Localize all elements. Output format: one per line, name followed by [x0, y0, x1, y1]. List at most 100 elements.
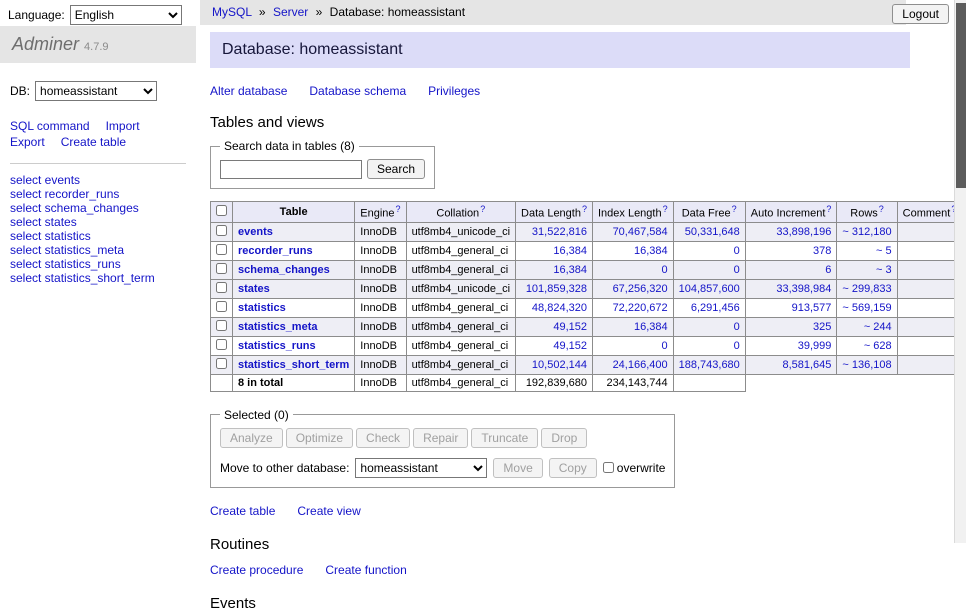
row-checkbox[interactable]: [216, 282, 227, 293]
sidebar-action-link[interactable]: Import: [106, 119, 140, 133]
sidebar-action-link[interactable]: Create table: [61, 135, 126, 149]
engine-cell: InnoDB: [355, 298, 406, 317]
sidebar-table-link[interactable]: select statistics: [10, 230, 186, 243]
sidebar-table-link[interactable]: select statistics_short_term: [10, 272, 186, 285]
search-button[interactable]: Search: [367, 159, 425, 179]
db-select[interactable]: homeassistant: [35, 81, 157, 101]
rows-count-link[interactable]: ~ 628: [864, 340, 892, 352]
sidebar-action-links: SQL command Import Export Create table: [10, 119, 186, 164]
rows-count-link[interactable]: ~ 136,108: [842, 359, 891, 371]
breadcrumb-link-mysql[interactable]: MySQL: [212, 5, 252, 19]
repair-button[interactable]: Repair: [413, 428, 468, 448]
column-header-label: Index Length: [598, 208, 662, 220]
sidebar-action-link[interactable]: Export: [10, 135, 45, 149]
table-name-cell: statistics_runs: [233, 336, 355, 355]
column-header: Data Free?: [673, 202, 745, 223]
overwrite-checkbox[interactable]: [603, 462, 614, 473]
row-checkbox[interactable]: [216, 320, 227, 331]
analyze-button[interactable]: Analyze: [220, 428, 283, 448]
column-header: Collation?: [406, 202, 515, 223]
sidebar-table-link[interactable]: select states: [10, 216, 186, 229]
sidebar-table-link[interactable]: select schema_changes: [10, 202, 186, 215]
page-title: Database: homeassistant: [210, 32, 910, 68]
sidebar-table-link[interactable]: select statistics_runs: [10, 258, 186, 271]
breadcrumb-link-server[interactable]: Server: [273, 5, 308, 19]
data-free-cell: 0: [673, 317, 745, 336]
row-checkbox[interactable]: [216, 301, 227, 312]
row-checkbox[interactable]: [216, 263, 227, 274]
rows-count-link[interactable]: ~ 312,180: [842, 226, 891, 238]
column-help-link[interactable]: ?: [879, 204, 884, 214]
check-button[interactable]: Check: [356, 428, 410, 448]
column-header-label: Rows: [850, 208, 878, 220]
comment-cell: [897, 317, 962, 336]
table-name-link[interactable]: statistics_runs: [238, 340, 316, 352]
comment-cell: [897, 222, 962, 241]
data-free-cell: 0: [673, 260, 745, 279]
table-name-link[interactable]: states: [238, 283, 270, 295]
drop-button[interactable]: Drop: [541, 428, 587, 448]
vertical-scrollbar[interactable]: [954, 0, 966, 543]
db-nav-links-item[interactable]: Database schema: [309, 84, 406, 98]
language-select[interactable]: English: [70, 5, 182, 25]
sidebar-table-link[interactable]: select statistics_meta: [10, 244, 186, 257]
language-label: Language:: [8, 8, 65, 22]
table-name-link[interactable]: schema_changes: [238, 264, 330, 276]
rows-count-link[interactable]: ~ 3: [876, 264, 892, 276]
sidebar-table-link[interactable]: select events: [10, 174, 186, 187]
rows-count-cell: ~ 569,159: [837, 298, 897, 317]
db-label: DB:: [10, 84, 30, 98]
rows-count-link[interactable]: ~ 569,159: [842, 302, 891, 314]
data-free-cell: 104,857,600: [673, 279, 745, 298]
table-name-cell: events: [233, 222, 355, 241]
row-checkbox[interactable]: [216, 339, 227, 350]
total-index-length: 234,143,744: [592, 374, 673, 391]
table-name-link[interactable]: recorder_runs: [238, 245, 313, 257]
move-button[interactable]: Move: [493, 458, 542, 478]
table-name-link[interactable]: statistics: [238, 302, 286, 314]
db-nav-links-item[interactable]: Alter database: [210, 84, 287, 98]
row-checkbox[interactable]: [216, 358, 227, 369]
sidebar: Adminer4.7.9 DB:homeassistant SQL comman…: [0, 26, 196, 286]
select-all-checkbox[interactable]: [216, 205, 227, 216]
overwrite-control[interactable]: overwrite: [603, 461, 666, 475]
index-length-cell: 24,166,400: [592, 355, 673, 374]
db-nav-links-item[interactable]: Privileges: [428, 84, 480, 98]
search-input[interactable]: [220, 160, 362, 179]
column-help-link[interactable]: ?: [396, 204, 401, 214]
data-free-cell: 50,331,648: [673, 222, 745, 241]
rows-count-link[interactable]: ~ 299,833: [842, 283, 891, 295]
row-checkbox-cell: [211, 355, 233, 374]
logout-button[interactable]: Logout: [892, 4, 949, 24]
table-name-link[interactable]: events: [238, 226, 273, 238]
index-length-cell: 16,384: [592, 241, 673, 260]
optimize-button[interactable]: Optimize: [286, 428, 353, 448]
column-help-link[interactable]: ?: [826, 204, 831, 214]
sidebar-action-link[interactable]: SQL command: [10, 119, 90, 133]
collation-cell: utf8mb4_general_ci: [406, 336, 515, 355]
column-header: Auto Increment?: [745, 202, 837, 223]
rows-count-link[interactable]: ~ 244: [864, 321, 892, 333]
selected-legend: Selected (0): [220, 408, 293, 422]
scrollbar-thumb[interactable]: [956, 3, 966, 188]
column-help-link[interactable]: ?: [582, 204, 587, 214]
data-length-cell: 16,384: [516, 241, 593, 260]
row-checkbox[interactable]: [216, 244, 227, 255]
column-help-link[interactable]: ?: [663, 204, 668, 214]
routine-links-item[interactable]: Create function: [325, 563, 406, 577]
routine-links-item[interactable]: Create procedure: [210, 563, 303, 577]
data-length-cell: 16,384: [516, 260, 593, 279]
row-checkbox[interactable]: [216, 225, 227, 236]
table-name-link[interactable]: statistics_short_term: [238, 359, 349, 371]
column-help-link[interactable]: ?: [732, 204, 737, 214]
create-links-item[interactable]: Create view: [297, 504, 360, 518]
table-row: schema_changesInnoDButf8mb4_general_ci16…: [211, 260, 962, 279]
table-name-link[interactable]: statistics_meta: [238, 321, 318, 333]
copy-button[interactable]: Copy: [549, 458, 597, 478]
move-db-select[interactable]: homeassistant: [355, 458, 487, 478]
sidebar-table-link[interactable]: select recorder_runs: [10, 188, 186, 201]
rows-count-link[interactable]: ~ 5: [876, 245, 892, 257]
column-help-link[interactable]: ?: [480, 204, 485, 214]
truncate-button[interactable]: Truncate: [471, 428, 538, 448]
create-links-item[interactable]: Create table: [210, 504, 275, 518]
